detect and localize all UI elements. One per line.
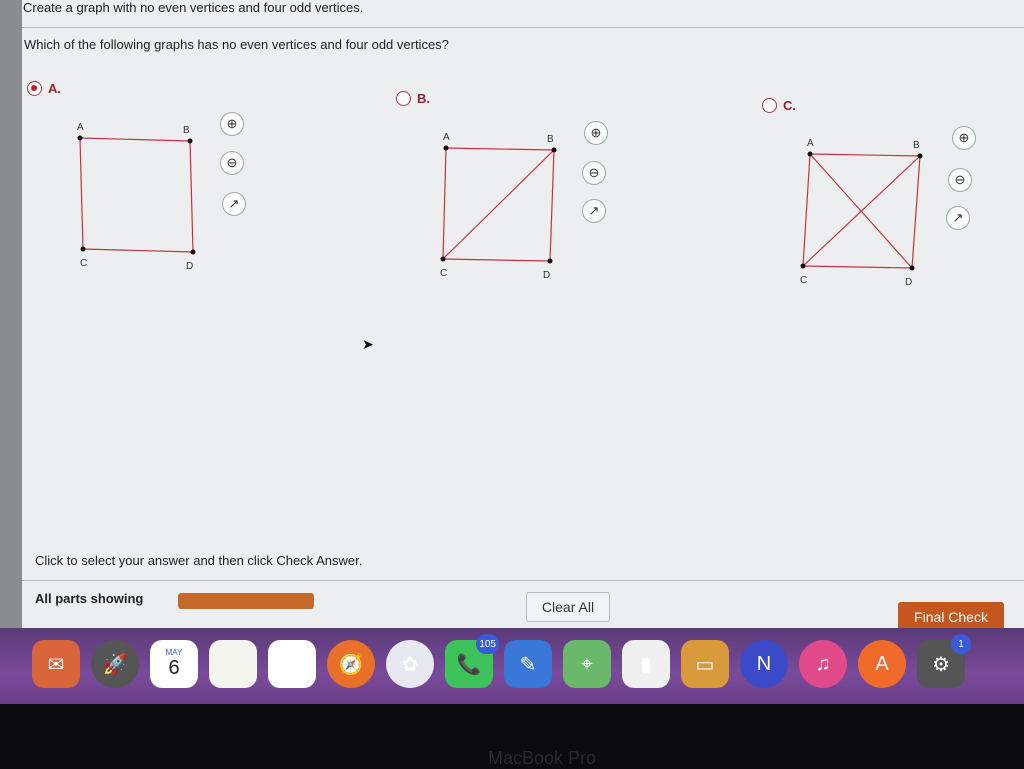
zoom-in-icon[interactable]: ⊕ <box>220 112 244 136</box>
vertex-label: D <box>905 277 912 288</box>
popout-icon[interactable]: ↗ <box>946 206 970 230</box>
graph-vertex-A <box>77 135 83 141</box>
graph-vertex-B <box>551 147 557 153</box>
dock: ✉ 🚀 MAY 6 ⋮ 🧭 ✿ 📞 105 ✎ ⌖ ▮ ▭ N ♫ A ⚙ 1 <box>0 628 1024 704</box>
dock-mail-stamp-icon[interactable]: ✉ <box>32 640 80 688</box>
bezel-label: MacBook Pro <box>488 748 597 768</box>
notification-badge: 105 <box>476 634 499 654</box>
graph-edge-BD <box>549 149 555 262</box>
divider <box>22 580 1024 581</box>
graph-vertex-B <box>917 153 923 159</box>
clear-all-button[interactable]: Clear All <box>526 592 610 622</box>
dock-keynote-icon[interactable]: ▭ <box>681 640 729 688</box>
dock-numbers-icon[interactable]: ▮ <box>622 640 670 688</box>
graph-edge-AB <box>809 153 921 157</box>
graph-edge-AC <box>79 137 84 250</box>
graph-edge-AB <box>79 137 191 142</box>
zoom-out-icon[interactable]: ⊖ <box>582 161 606 185</box>
vertex-label: D <box>186 261 193 272</box>
graph-vertex-C <box>440 256 446 262</box>
graph-vertex-D <box>547 258 553 264</box>
graph-edge-BC <box>802 155 921 267</box>
calendar-day: 6 <box>168 657 180 679</box>
progress-bar <box>178 593 314 609</box>
graph-edge-AC <box>802 153 811 267</box>
popout-icon[interactable]: ↗ <box>222 192 246 216</box>
zoom-out-icon[interactable]: ⊖ <box>948 168 972 192</box>
graph-edge-AC <box>442 147 447 260</box>
vertex-label: B <box>913 140 920 151</box>
graph-vertex-A <box>807 151 813 157</box>
screen: Create a graph with no even vertices and… <box>0 0 1024 640</box>
vertex-label: D <box>543 270 550 281</box>
dock-launchpad-icon[interactable]: 🚀 <box>91 640 139 688</box>
graph-vertex-D <box>190 249 196 255</box>
dock-pages-icon[interactable]: ✎ <box>504 640 552 688</box>
zoom-in-icon[interactable]: ⊕ <box>584 121 608 145</box>
mouse-cursor-icon: ➤ <box>362 336 374 352</box>
dock-app-store-icon[interactable]: A <box>858 640 906 688</box>
graph-edge-CD <box>82 248 194 253</box>
vertex-label: C <box>800 275 807 286</box>
vertex-label: B <box>183 125 190 136</box>
dock-system-preferences-icon[interactable]: ⚙ 1 <box>917 634 971 688</box>
graph-edge-BD <box>189 140 194 253</box>
dock-news-icon[interactable]: N <box>740 640 788 688</box>
dock-maps-icon[interactable]: ⌖ <box>563 640 611 688</box>
vertex-label: C <box>440 268 447 279</box>
dock-reminders-icon[interactable]: ⋮ <box>268 640 316 688</box>
graph-vertex-A <box>443 145 449 151</box>
vertex-label: A <box>77 122 84 133</box>
graph-edge-BD <box>911 155 921 269</box>
graph-edge-BC <box>442 149 555 260</box>
dock-calendar-icon[interactable]: MAY 6 <box>150 640 198 688</box>
parts-showing-label: All parts showing <box>35 591 144 606</box>
dock-safari-icon[interactable]: 🧭 <box>327 640 375 688</box>
dock-music-icon[interactable]: ♫ <box>799 640 847 688</box>
dock-notes-icon[interactable] <box>209 640 257 688</box>
graph-options: A B C D A B C D A B C D <box>77 122 923 288</box>
dock-photos-icon[interactable]: ✿ <box>386 640 434 688</box>
graph-edge-AB <box>445 147 555 151</box>
notification-badge: 1 <box>951 634 971 654</box>
calendar-month: MAY <box>165 648 183 657</box>
graph-vertex-C <box>800 263 806 269</box>
dock-facetime-icon[interactable]: 📞 105 <box>445 634 499 688</box>
graph-edge-CD <box>802 265 913 269</box>
vertex-label: B <box>547 134 554 145</box>
popout-icon[interactable]: ↗ <box>582 199 606 223</box>
graph-vertex-B <box>187 138 193 144</box>
zoom-in-icon[interactable]: ⊕ <box>952 126 976 150</box>
graph-vertex-D <box>909 265 915 271</box>
vertex-label: A <box>807 138 814 149</box>
instruction-text: Click to select your answer and then cli… <box>35 553 363 568</box>
zoom-out-icon[interactable]: ⊖ <box>220 151 244 175</box>
graph-edge-CD <box>442 258 551 262</box>
vertex-label: C <box>80 258 87 269</box>
vertex-label: A <box>443 132 450 143</box>
graph-vertex-C <box>80 246 86 252</box>
